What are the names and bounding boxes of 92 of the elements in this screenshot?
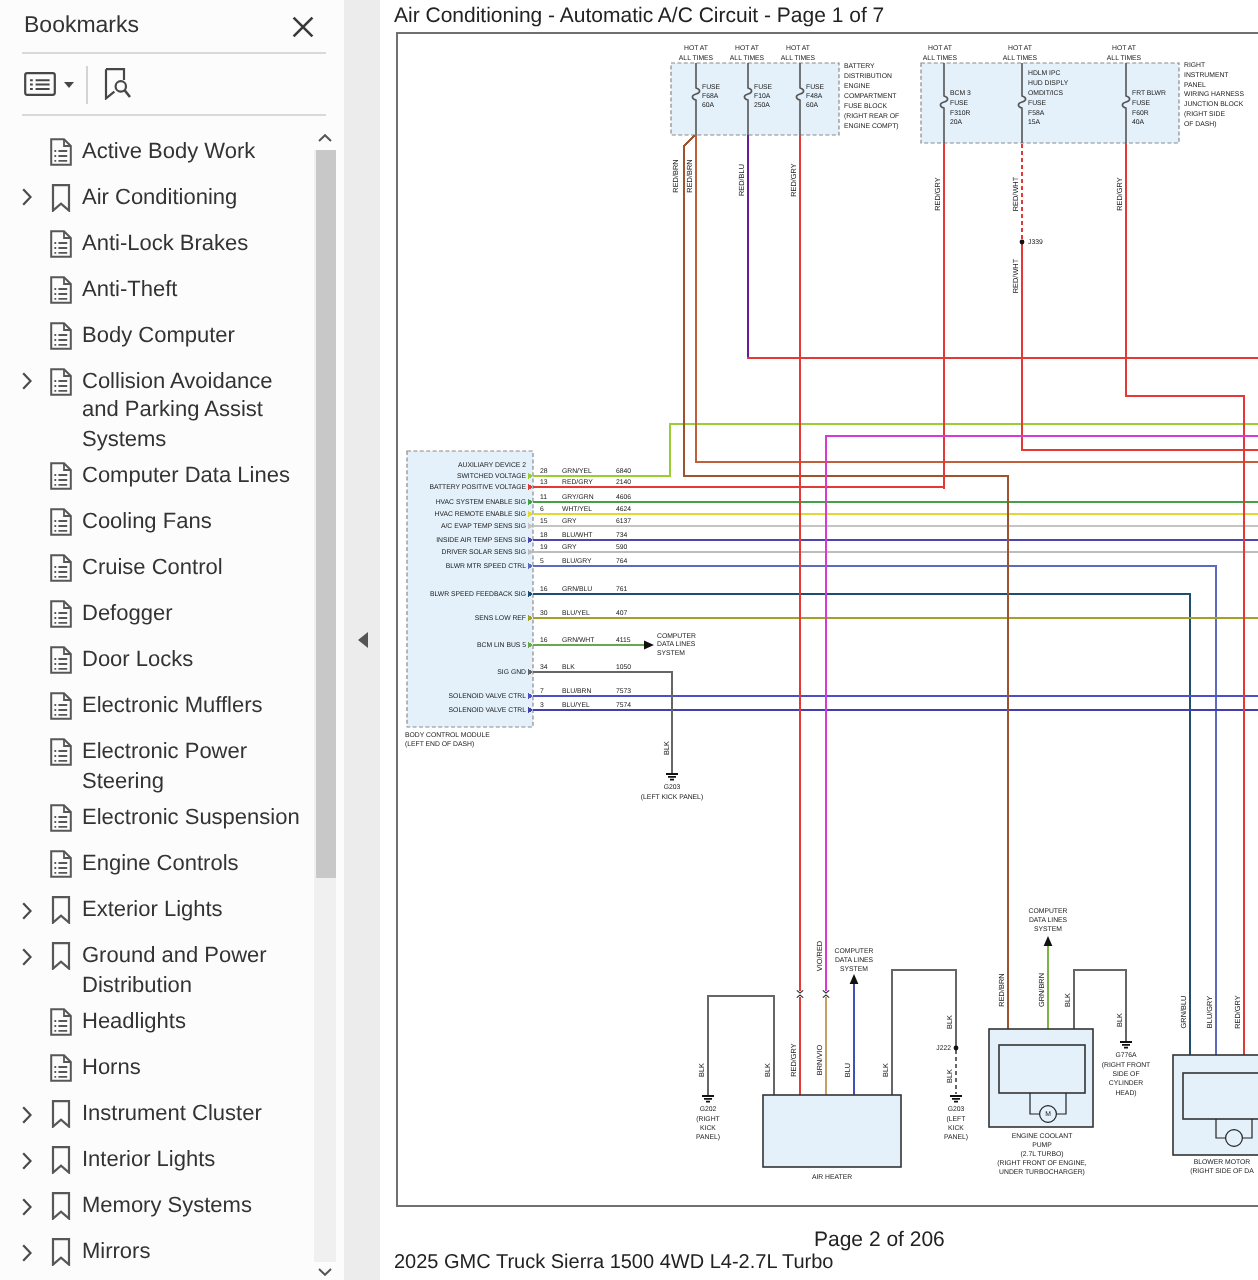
scroll-thumb[interactable] — [315, 150, 335, 878]
bookmark-icon — [50, 1238, 72, 1266]
bookmark-item[interactable]: Collision Avoidance and Parking Assist Systems — [0, 359, 314, 454]
chevron-right-icon[interactable] — [22, 1151, 32, 1170]
bookmark-icon — [50, 1100, 72, 1128]
fuse-symbol — [795, 62, 805, 136]
scroll-down-button[interactable] — [314, 1262, 336, 1280]
bookmark-item[interactable]: Instrument Cluster — [0, 1092, 314, 1138]
page-bookmark-icon — [50, 646, 72, 674]
list-icon — [24, 72, 56, 96]
bookmark-item[interactable]: Electronic Power Steering — [0, 730, 314, 796]
motor-symbol — [1215, 1118, 1253, 1147]
bookmark-item[interactable]: Engine Controls — [0, 842, 314, 888]
connector-icon — [796, 989, 804, 999]
page-bookmark-icon — [50, 850, 72, 878]
page-bookmark-icon — [50, 367, 72, 395]
bookmark-item[interactable]: Door Locks — [0, 638, 314, 684]
fuse-symbol — [743, 62, 753, 136]
chevron-right-icon[interactable] — [22, 1105, 32, 1124]
fuse-symbol — [939, 62, 949, 144]
chevron-right-icon[interactable] — [22, 947, 32, 966]
chevron-right-icon[interactable] — [22, 1243, 32, 1262]
splice-icon — [1019, 239, 1025, 245]
options-button[interactable] — [24, 72, 74, 96]
page-bookmark-icon — [50, 229, 72, 257]
ground-icon — [949, 1095, 963, 1103]
bookmark-item[interactable]: Computer Data Lines — [0, 454, 314, 500]
chevron-right-icon[interactable] — [22, 1197, 32, 1216]
bookmark-item[interactable]: Anti-Theft — [0, 267, 314, 313]
chevron-right-icon[interactable] — [22, 188, 32, 207]
bookmark-search-icon — [104, 68, 132, 100]
page-bookmark-icon — [50, 321, 72, 349]
page-bookmark-icon — [50, 1054, 72, 1082]
page-bookmark-icon — [50, 462, 72, 490]
bookmark-item[interactable]: Cruise Control — [0, 546, 314, 592]
page-title: Air Conditioning - Automatic A/C Circuit - Page 1 of 7 — [394, 2, 885, 32]
fuse-symbol — [1121, 62, 1131, 144]
bookmark-icon — [50, 183, 72, 211]
ground-icon — [1119, 1041, 1133, 1049]
bookmark-item[interactable]: Exterior Lights — [0, 888, 314, 934]
close-button[interactable] — [292, 15, 314, 37]
page-bookmark-icon — [50, 508, 72, 536]
fuse-symbol — [1017, 62, 1027, 144]
arrowhead-icon — [1043, 936, 1053, 946]
page-bookmark-icon — [50, 692, 72, 720]
connector-icon — [822, 989, 830, 999]
bookmark-item[interactable]: Defogger — [0, 592, 314, 638]
motor-symbol — [1029, 1092, 1067, 1123]
bookmark-item[interactable]: Ground and Power Distribution — [0, 934, 314, 1000]
internal-circuit-box — [1182, 1072, 1258, 1120]
bookmark-item[interactable]: Anti-Lock Brakes — [0, 221, 314, 267]
chevron-right-icon[interactable] — [22, 372, 32, 391]
page-bookmark-icon — [50, 1008, 72, 1036]
bookmark-icon — [50, 896, 72, 924]
page-bookmark-icon — [50, 137, 72, 165]
arrowhead-icon — [644, 640, 654, 650]
page-bookmark-icon — [50, 738, 72, 766]
chevron-down-icon — [318, 1267, 332, 1275]
bookmark-item[interactable]: Interior Lights — [0, 1138, 314, 1184]
bookmark-item[interactable]: Active Body Work — [0, 129, 314, 175]
bookmark-item[interactable]: Electronic Mufflers — [0, 684, 314, 730]
find-bookmark-button[interactable] — [104, 68, 132, 100]
page-bookmark-icon — [50, 600, 72, 628]
bookmark-item[interactable]: Headlights — [0, 1000, 314, 1046]
ground-icon — [701, 1095, 715, 1103]
bookmark-item[interactable]: Memory Systems — [0, 1184, 314, 1230]
internal-circuit-box — [998, 1044, 1086, 1094]
panel-title: Bookmarks — [24, 14, 140, 38]
collapse-panel-button[interactable] — [357, 632, 367, 648]
page-bookmark-icon — [50, 554, 72, 582]
splice-icon — [953, 1045, 959, 1051]
triangle-left-icon — [357, 632, 367, 648]
caret-down-icon — [64, 81, 74, 87]
bookmark-item[interactable]: Body Computer — [0, 313, 314, 359]
page-bookmark-icon — [50, 804, 72, 832]
bookmark-item[interactable]: Electronic Suspension — [0, 796, 314, 842]
bookmark-icon — [50, 1192, 72, 1220]
component-box — [762, 1094, 902, 1168]
page-number: Page 2 of 206 — [814, 1230, 945, 1252]
page-bookmark-icon — [50, 275, 72, 303]
bookmark-item[interactable]: Cooling Fans — [0, 500, 314, 546]
document-footer: 2025 GMC Truck Sierra 1500 4WD L4-2.7L Turbo — [394, 1252, 834, 1274]
fuse-symbol — [691, 62, 701, 136]
close-icon — [292, 15, 314, 37]
bookmark-icon — [50, 1146, 72, 1174]
bookmark-item[interactable]: Mirrors — [0, 1230, 314, 1276]
bookmark-item[interactable]: Horns — [0, 1046, 314, 1092]
ground-icon — [665, 773, 679, 781]
bookmark-icon — [50, 942, 72, 970]
bookmark-item[interactable]: Air Conditioning — [0, 175, 314, 221]
chevron-up-icon — [318, 133, 332, 141]
chevron-right-icon[interactable] — [22, 901, 32, 920]
